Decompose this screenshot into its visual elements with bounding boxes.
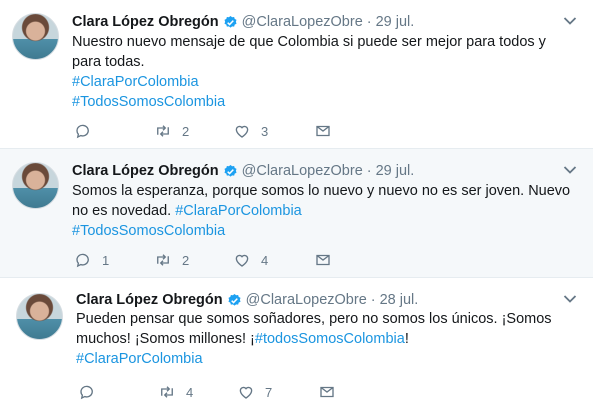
reply-count: 1 xyxy=(102,252,110,268)
like-button[interactable]: 7 xyxy=(237,382,272,402)
text-line: muchos! ¡Somos millones! ¡#todosSomosCol… xyxy=(76,329,576,349)
hashtag-link[interactable]: #todosSomosColombia xyxy=(255,331,405,347)
avatar[interactable] xyxy=(12,13,59,60)
envelope-icon xyxy=(316,254,330,266)
tweet-actions: 4 7 xyxy=(78,382,438,402)
tweet-actions: 1 2 4 xyxy=(74,250,434,270)
like-button[interactable]: 4 xyxy=(233,250,268,270)
reply-icon xyxy=(76,124,89,139)
chevron-down-icon[interactable] xyxy=(563,16,577,26)
author-name[interactable]: Clara López Obregón xyxy=(76,292,223,308)
tweet-text: Nuestro nuevo mensaje de que Colombia si… xyxy=(72,32,572,112)
reply-icon xyxy=(80,385,93,400)
text-line: Nuestro nuevo mensaje de que Colombia si… xyxy=(72,34,546,50)
separator: · xyxy=(370,292,376,308)
retweet-button[interactable]: 2 xyxy=(154,121,189,141)
author-handle[interactable]: @ClaraLopezObre xyxy=(246,292,367,308)
retweet-count: 2 xyxy=(182,252,190,268)
text-line: para todas. xyxy=(72,54,145,70)
tweet[interactable]: Clara López Obregón @ClaraLopezObre · 29… xyxy=(0,149,593,277)
tweet[interactable]: Clara López Obregón @ClaraLopezObre · 29… xyxy=(0,0,593,148)
reply-icon xyxy=(76,253,89,268)
verified-badge-icon xyxy=(224,15,237,28)
tweet-date[interactable]: 29 jul. xyxy=(376,14,415,30)
text-fragment: no es novedad. xyxy=(72,203,172,219)
reply-button[interactable] xyxy=(74,121,102,141)
text-line: no es novedad. #ClaraPorColombia xyxy=(72,201,572,221)
verified-badge-icon xyxy=(228,293,241,306)
retweet-count: 4 xyxy=(186,384,194,400)
avatar[interactable] xyxy=(12,162,59,209)
tweet-header: Clara López Obregón @ClaraLopezObre · 29… xyxy=(72,161,414,181)
tweet[interactable]: Clara López Obregón @ClaraLopezObre · 28… xyxy=(0,278,593,411)
retweet-count: 2 xyxy=(182,123,190,139)
tweet-feed: Clara López Obregón @ClaraLopezObre · 29… xyxy=(0,0,593,411)
hashtag-link[interactable]: #ClaraPorColombia xyxy=(175,203,302,219)
retweet-icon xyxy=(157,254,169,266)
direct-message-button[interactable] xyxy=(314,121,332,141)
author-name[interactable]: Clara López Obregón xyxy=(72,14,219,30)
heart-icon xyxy=(235,125,249,138)
reply-button[interactable]: 1 xyxy=(74,250,109,270)
chevron-down-icon[interactable] xyxy=(563,165,577,175)
separator: · xyxy=(366,163,372,179)
hashtag-link[interactable]: #TodosSomosColombia xyxy=(72,221,572,241)
heart-icon xyxy=(235,254,249,267)
envelope-icon xyxy=(320,386,334,398)
reply-button[interactable] xyxy=(78,382,106,402)
author-name[interactable]: Clara López Obregón xyxy=(72,163,219,179)
direct-message-button[interactable] xyxy=(318,382,336,402)
tweet-date[interactable]: 28 jul. xyxy=(380,292,419,308)
hashtag-link[interactable]: #TodosSomosColombia xyxy=(72,92,572,112)
tweet-date[interactable]: 29 jul. xyxy=(376,163,415,179)
tweet-text: Pueden pensar que somos soñadores, pero … xyxy=(76,309,576,369)
tweet-actions: 2 3 xyxy=(74,121,434,141)
retweet-button[interactable]: 4 xyxy=(158,382,193,402)
retweet-button[interactable]: 2 xyxy=(154,250,189,270)
separator: · xyxy=(366,14,372,30)
like-button[interactable]: 3 xyxy=(233,121,268,141)
heart-icon xyxy=(239,386,253,399)
text-line: Pueden pensar que somos soñadores, pero … xyxy=(76,311,552,327)
text-fragment: muchos! ¡Somos millones! ¡ xyxy=(76,331,255,347)
chevron-down-icon[interactable] xyxy=(563,294,577,304)
direct-message-button[interactable] xyxy=(314,250,332,270)
text-fragment: ! xyxy=(404,331,409,347)
text-line: Somos la esperanza, porque somos lo nuev… xyxy=(72,183,571,199)
tweet-header: Clara López Obregón @ClaraLopezObre · 28… xyxy=(76,290,418,310)
author-handle[interactable]: @ClaraLopezObre xyxy=(242,163,363,179)
hashtag-link[interactable]: #ClaraPorColombia xyxy=(72,72,572,92)
tweet-text: Somos la esperanza, porque somos lo nuev… xyxy=(72,181,572,241)
author-handle[interactable]: @ClaraLopezObre xyxy=(242,14,363,30)
retweet-icon xyxy=(157,125,169,137)
hashtag-link[interactable]: #ClaraPorColombia xyxy=(76,349,576,369)
like-count: 4 xyxy=(261,252,269,268)
avatar[interactable] xyxy=(16,293,63,340)
envelope-icon xyxy=(316,125,330,137)
like-count: 3 xyxy=(261,123,269,139)
tweet-header: Clara López Obregón @ClaraLopezObre · 29… xyxy=(72,12,414,32)
verified-badge-icon xyxy=(224,164,237,177)
like-count: 7 xyxy=(265,384,273,400)
retweet-icon xyxy=(161,386,173,398)
